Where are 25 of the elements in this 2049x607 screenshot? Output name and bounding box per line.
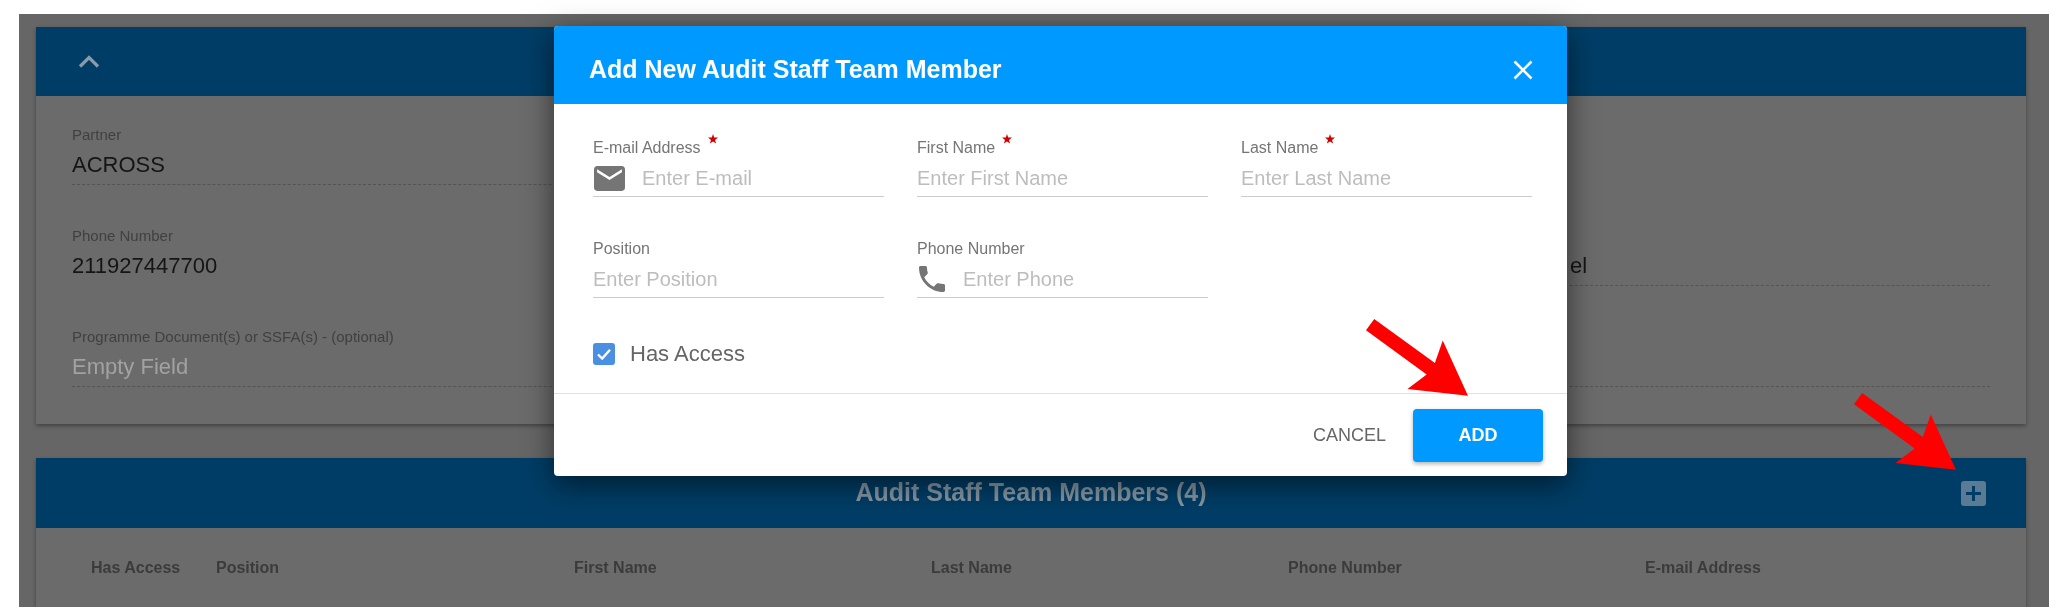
text-input[interactable]: Enter Last Name	[1241, 160, 1532, 197]
phone-icon	[919, 266, 945, 292]
field-label: First Name	[917, 138, 996, 157]
add-button[interactable]: ADD	[1413, 409, 1543, 462]
close-icon	[1513, 60, 1533, 80]
dialog-title: Add New Audit Staff Team Member	[589, 54, 1002, 86]
field-value: 211927447700	[72, 253, 218, 279]
add-member-button[interactable]	[1961, 480, 1986, 506]
members-title: Audit Staff Team Members (4)	[855, 477, 1207, 509]
annotation-arrow-icon	[1854, 393, 1956, 470]
checkbox[interactable]	[593, 343, 615, 365]
read-only-field: el	[1570, 253, 1990, 286]
envelope-icon	[594, 166, 625, 191]
plus-icon	[1966, 485, 1981, 501]
field-label: Last Name	[1241, 138, 1319, 157]
field-label: Phone Number	[917, 239, 1025, 258]
cancel-button[interactable]: CANCEL	[1298, 409, 1400, 462]
text-input[interactable]: Enter First Name	[917, 160, 1208, 197]
phone-input[interactable]: Enter Phone	[917, 261, 1208, 298]
close-button[interactable]	[1513, 60, 1533, 80]
annotation-arrow-icon	[1366, 319, 1468, 396]
field-label: Position	[593, 239, 650, 258]
email-input[interactable]: Enter E-mail	[593, 160, 884, 197]
chevron-up-icon[interactable]	[78, 55, 100, 68]
text-input[interactable]: Enter Position	[593, 261, 884, 298]
